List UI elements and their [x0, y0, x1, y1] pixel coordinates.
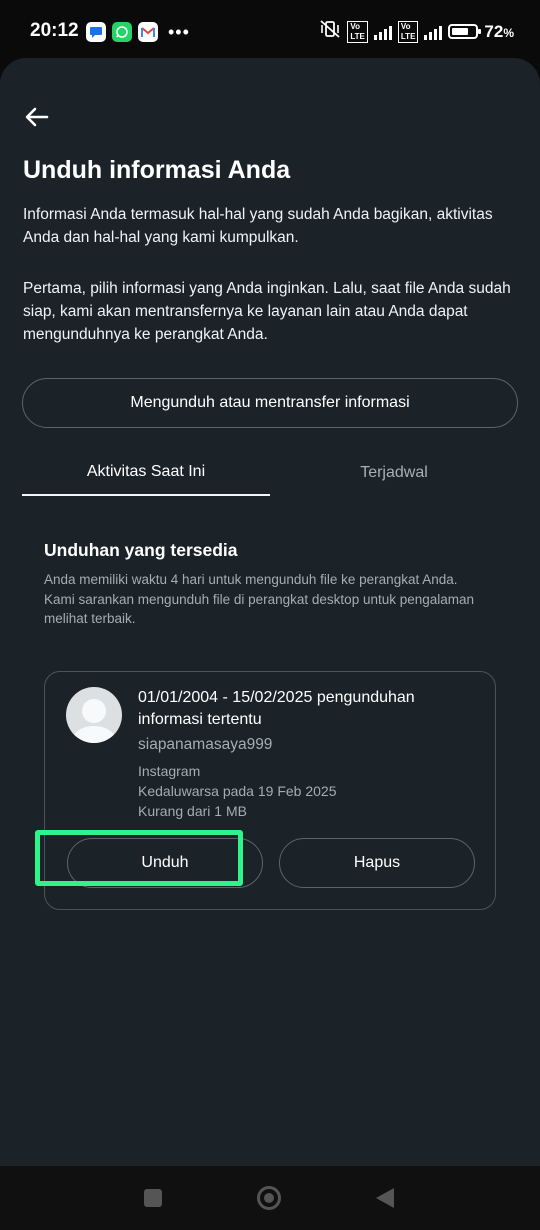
tab-current-activity[interactable]: Aktivitas Saat Ini [22, 450, 270, 496]
battery-percent: 72% [484, 21, 514, 41]
tab-scheduled[interactable]: Terjadwal [270, 450, 518, 496]
back-triangle-icon[interactable] [376, 1188, 394, 1208]
notification-icons: ••• [86, 22, 190, 42]
download-item-card: 01/01/2004 - 15/02/2025 pengunduhan info… [35, 671, 496, 910]
intro-paragraph-2: Pertama, pilih informasi yang Anda ingin… [23, 280, 511, 343]
description-line-2: Kami sarankan mengunduh file di perangka… [44, 591, 475, 627]
download-button[interactable]: Unduh [67, 838, 263, 888]
available-downloads-title: Unduhan yang tersedia [44, 540, 238, 560]
status-time: 20:12 [30, 20, 79, 41]
signal-4g-icon [424, 24, 443, 40]
battery-icon [448, 24, 482, 39]
volte-4g-icon: Vo LTE [397, 20, 419, 43]
mute-vibrate-icon [319, 20, 341, 43]
avatar-body [72, 726, 116, 743]
delete-button[interactable]: Hapus [279, 838, 475, 888]
gmail-icon [138, 22, 158, 42]
download-info-sheet: Unduh informasi Anda Informasi Anda term… [0, 58, 540, 1166]
download-item-size: Kurang dari 1 MB [138, 803, 247, 819]
download-item-platform: Instagram [138, 763, 201, 779]
page-title: Unduh informasi Anda [23, 156, 291, 184]
status-bar: 20:12 ••• Vo LTE Vo LTE 72% [0, 0, 540, 60]
description-line-1: Anda memiliki waktu 4 hari untuk mengund… [44, 572, 458, 587]
system-nav-bar [0, 1166, 540, 1230]
available-downloads-description: Anda memiliki waktu 4 hari untuk mengund… [44, 570, 484, 629]
arrow-left-icon [25, 107, 49, 127]
back-button[interactable] [22, 102, 52, 132]
download-item-expiry: Kedaluwarsa pada 19 Feb 2025 [138, 783, 337, 799]
messages-icon [86, 22, 106, 42]
download-or-transfer-button[interactable]: Mengunduh atau mentransfer informasi [22, 378, 518, 428]
battery-level [452, 28, 469, 35]
download-item-username: siapanamasaya999 [138, 736, 273, 753]
whatsapp-icon [112, 22, 132, 42]
status-indicators: Vo LTE Vo LTE 72% [319, 20, 514, 43]
signal-icon [373, 24, 392, 40]
volte-icon: Vo LTE [347, 20, 368, 43]
avatar-head [82, 699, 106, 723]
download-item-title: 01/01/2004 - 15/02/2025 pengunduhan info… [138, 689, 415, 728]
intro-paragraph-1: Informasi Anda termasuk hal-hal yang sud… [23, 206, 493, 246]
home-icon[interactable] [257, 1186, 281, 1210]
more-notifications-icon: ••• [168, 22, 190, 42]
recents-icon[interactable] [144, 1189, 162, 1207]
avatar [66, 687, 122, 743]
